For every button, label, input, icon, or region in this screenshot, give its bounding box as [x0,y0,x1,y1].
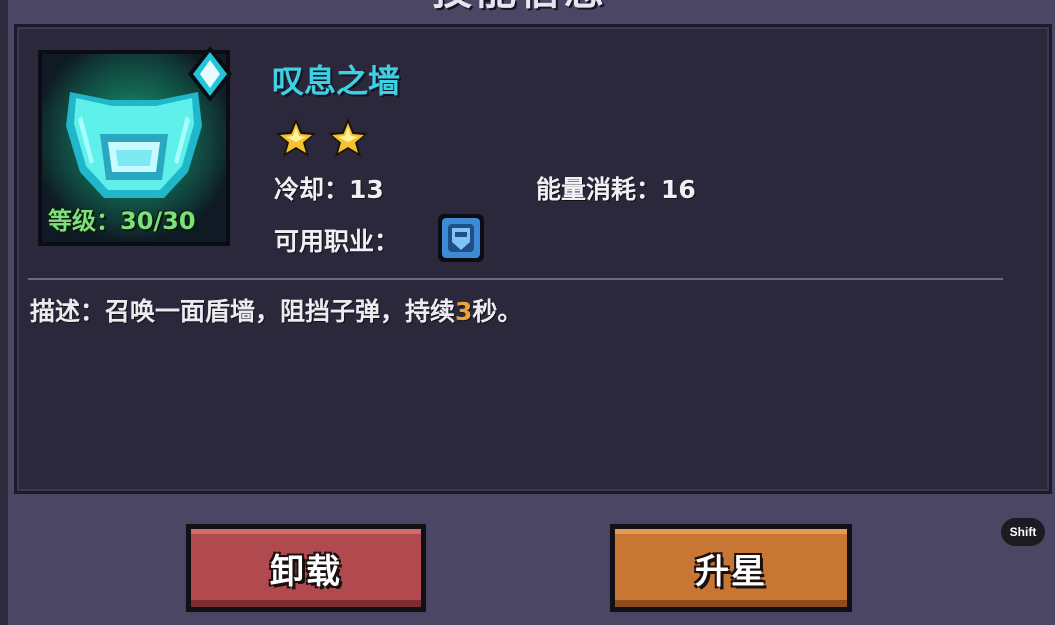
unequip-button[interactable]: 卸载 [186,524,426,612]
knight-helmet-icon [438,214,484,262]
upgrade-star-button[interactable]: 升星 [610,524,852,612]
star-icon [276,118,316,157]
available-class-label: 可用职业： [274,227,400,256]
diamond-gem-icon [188,46,232,102]
star-icon [328,118,368,157]
description-duration: 3 [455,297,473,326]
skill-name: 叹息之墙 [272,62,401,100]
skill-description: 描述：召唤一面盾墙，阻挡子弹，持续3秒。 [30,292,522,328]
window-left-edge [0,0,8,625]
energy-cost-stat: 能量消耗：16 [536,175,696,204]
star-rating [274,116,370,160]
divider [28,278,1003,280]
description-end: 秒。 [472,297,523,326]
skill-level: 等级：30/30 [48,207,196,235]
shift-key-badge: Shift [1001,518,1045,546]
description-text: 描述：召唤一面盾墙，阻挡子弹，持续 [30,297,456,326]
cooldown-stat: 冷却：13 [274,175,384,204]
dialog-title: 技能信息 [330,0,710,16]
